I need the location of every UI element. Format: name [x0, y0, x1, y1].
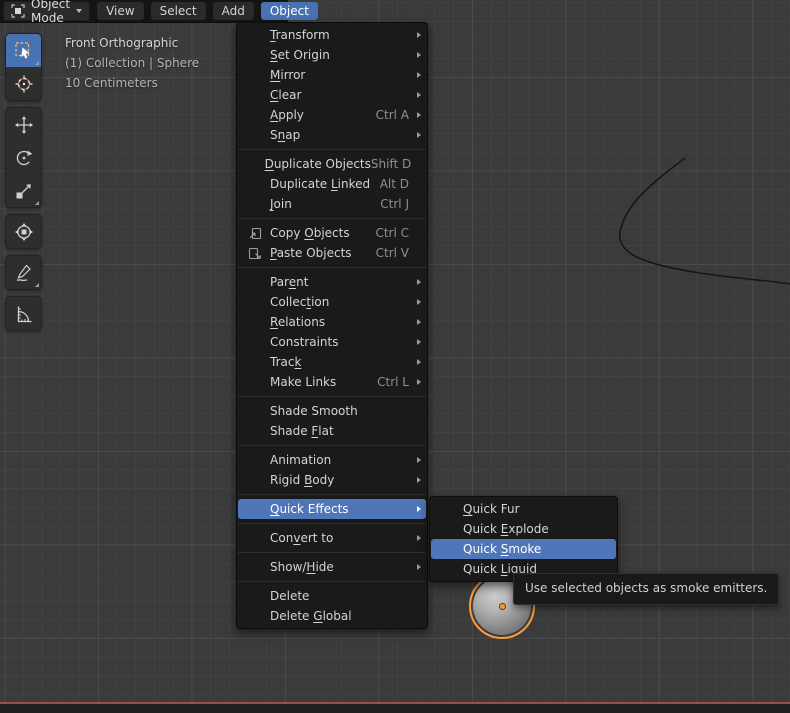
- menu-item-apply[interactable]: Apply Ctrl A: [238, 105, 426, 125]
- submenu-arrow-icon: [417, 339, 421, 345]
- menu-item-constraints[interactable]: Constraints: [238, 332, 426, 352]
- object-menu: Transform Set Origin Mirror Clear Apply …: [236, 22, 428, 629]
- scale-info-label: 10 Centimeters: [65, 76, 158, 90]
- submenu-arrow-icon: [417, 279, 421, 285]
- menu-item-parent[interactable]: Parent: [238, 272, 426, 292]
- submenu-arrow-icon: [417, 506, 421, 512]
- scale-icon: [14, 181, 34, 201]
- submenu-arrow-icon: [417, 477, 421, 483]
- tool-move[interactable]: [6, 108, 41, 141]
- menu-item-set-origin[interactable]: Set Origin: [238, 45, 426, 65]
- menu-item-mirror[interactable]: Mirror: [238, 65, 426, 85]
- menu-separator: [238, 218, 426, 219]
- mode-selector-dropdown[interactable]: Object Mode: [3, 0, 91, 25]
- move-icon: [14, 115, 34, 135]
- menu-item-duplicate-objects[interactable]: Duplicate Objects Shift D: [238, 154, 426, 174]
- tool-cursor[interactable]: [6, 67, 41, 100]
- menu-item-join[interactable]: Join Ctrl J: [238, 194, 426, 214]
- header-bar: Object Mode View Select Add Object: [0, 0, 318, 25]
- menu-separator: [238, 267, 426, 268]
- copy-icon: [248, 226, 262, 240]
- tool-transform[interactable]: [6, 215, 41, 248]
- menu-item-paste-objects[interactable]: Paste Objects Ctrl V: [238, 243, 426, 263]
- menu-item-quick-explode[interactable]: Quick Explode: [431, 519, 616, 539]
- submenu-arrow-icon: [417, 299, 421, 305]
- select-box-icon: [14, 41, 34, 61]
- menu-item-animation[interactable]: Animation: [238, 450, 426, 470]
- view-name-label: Front Orthographic: [65, 36, 179, 50]
- menu-item-copy-objects[interactable]: Copy Objects Ctrl C: [238, 223, 426, 243]
- menu-item-shade-flat[interactable]: Shade Flat: [238, 421, 426, 441]
- tool-options-indicator: [35, 201, 39, 205]
- submenu-arrow-icon: [417, 92, 421, 98]
- toolbar: [5, 33, 42, 337]
- menu-item-clear[interactable]: Clear: [238, 85, 426, 105]
- tool-measure[interactable]: [6, 297, 41, 330]
- submenu-arrow-icon: [417, 52, 421, 58]
- menu-separator: [238, 523, 426, 524]
- submenu-arrow-icon: [417, 319, 421, 325]
- viewport-overlay: Front Orthographic (1) Collection | Sphe…: [65, 33, 199, 93]
- tool-scale[interactable]: [6, 174, 41, 207]
- tool-options-indicator: [35, 61, 39, 65]
- submenu-arrow-icon: [417, 359, 421, 365]
- viewport-bottom-edge: [0, 704, 790, 713]
- menu-item-snap[interactable]: Snap: [238, 125, 426, 145]
- menu-view[interactable]: View: [97, 2, 144, 20]
- menu-separator: [238, 494, 426, 495]
- object-mode-icon: [11, 4, 25, 18]
- menu-item-collection[interactable]: Collection: [238, 292, 426, 312]
- submenu-arrow-icon: [417, 112, 421, 118]
- tool-annotate[interactable]: [6, 256, 41, 289]
- menu-separator: [238, 552, 426, 553]
- menu-item-quick-effects[interactable]: Quick Effects: [238, 499, 426, 519]
- submenu-arrow-icon: [417, 132, 421, 138]
- chevron-down-icon: [76, 9, 83, 13]
- menu-item-quick-fur[interactable]: Quick Fur: [431, 499, 616, 519]
- menu-item-duplicate-linked[interactable]: Duplicate Linked Alt D: [238, 174, 426, 194]
- tool-select-box[interactable]: [6, 34, 41, 67]
- tool-rotate[interactable]: [6, 141, 41, 174]
- transform-icon: [14, 222, 34, 242]
- submenu-arrow-icon: [417, 457, 421, 463]
- cursor-icon: [14, 74, 34, 94]
- menu-item-rigid-body[interactable]: Rigid Body: [238, 470, 426, 490]
- menu-separator: [238, 149, 426, 150]
- menu-separator: [238, 581, 426, 582]
- tooltip-text: Use selected objects as smoke emitters.: [525, 581, 768, 595]
- menu-item-quick-smoke[interactable]: Quick Smoke: [431, 539, 616, 559]
- menu-item-shade-smooth[interactable]: Shade Smooth: [238, 401, 426, 421]
- object-origin-dot: [498, 602, 506, 610]
- menu-object[interactable]: Object: [260, 2, 318, 20]
- menu-item-make-links[interactable]: Make Links Ctrl L: [238, 372, 426, 392]
- menu-item-convert-to[interactable]: Convert to: [238, 528, 426, 548]
- mode-selector-label: Object Mode: [31, 0, 71, 25]
- menu-separator: [238, 445, 426, 446]
- submenu-arrow-icon: [417, 564, 421, 570]
- submenu-arrow-icon: [417, 535, 421, 541]
- measure-icon: [14, 304, 34, 324]
- tool-options-indicator: [35, 283, 39, 287]
- menu-item-transform[interactable]: Transform: [238, 25, 426, 45]
- annotate-icon: [14, 263, 34, 283]
- menu-item-relations[interactable]: Relations: [238, 312, 426, 332]
- collection-info-label: (1) Collection | Sphere: [65, 56, 200, 70]
- submenu-arrow-icon: [417, 32, 421, 38]
- rotate-icon: [14, 148, 34, 168]
- tooltip: Use selected objects as smoke emitters.: [513, 573, 780, 605]
- paste-icon: [248, 246, 262, 260]
- quick-effects-submenu: Quick Fur Quick Explode Quick Smoke Quic…: [429, 496, 618, 582]
- menu-item-track[interactable]: Track: [238, 352, 426, 372]
- submenu-arrow-icon: [417, 379, 421, 385]
- menu-item-delete[interactable]: Delete: [238, 586, 426, 606]
- menu-item-show-hide[interactable]: Show/Hide: [238, 557, 426, 577]
- menu-item-delete-global[interactable]: Delete Global: [238, 606, 426, 626]
- menu-separator: [238, 396, 426, 397]
- submenu-arrow-icon: [417, 72, 421, 78]
- menu-add[interactable]: Add: [212, 2, 254, 20]
- menu-select[interactable]: Select: [150, 2, 206, 20]
